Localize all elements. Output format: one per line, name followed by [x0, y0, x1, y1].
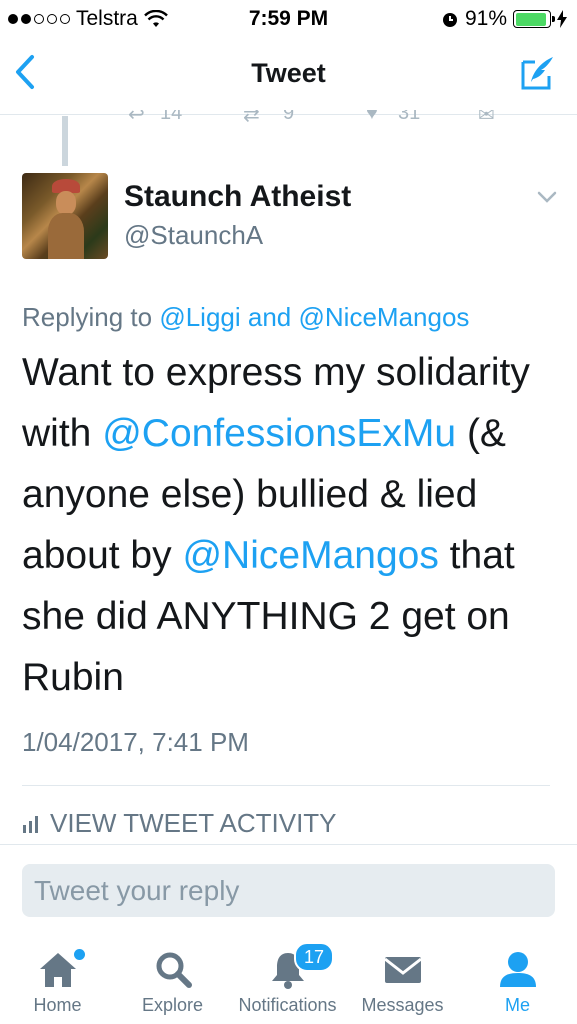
- tab-explore[interactable]: Explore: [115, 935, 230, 1024]
- tab-messages[interactable]: Messages: [345, 935, 460, 1024]
- tab-label: Notifications: [238, 995, 337, 1015]
- retweet-count: 9: [283, 110, 295, 124]
- direct-message-icon[interactable]: ✉: [478, 110, 495, 127]
- retweet-icon[interactable]: ⇄: [243, 110, 260, 127]
- new-content-dot: [74, 949, 85, 960]
- replying-prefix: Replying to: [22, 302, 153, 332]
- notification-count-badge: 17: [294, 942, 334, 972]
- tab-label: Messages: [361, 995, 444, 1015]
- like-count: 31: [398, 110, 421, 124]
- compose-quill-icon: [521, 57, 553, 90]
- author-name[interactable]: Staunch Atheist: [124, 180, 351, 214]
- envelope-icon: [383, 957, 422, 983]
- battery-info: 91%: [441, 7, 567, 31]
- reply-input[interactable]: [22, 864, 555, 917]
- search-icon: [156, 952, 192, 988]
- reply-box[interactable]: [22, 864, 555, 917]
- tweet-options-button[interactable]: [537, 190, 557, 209]
- tab-bar: Home Explore 17 Notifications Messages M…: [0, 935, 577, 1024]
- view-tweet-activity-button[interactable]: VIEW TWEET ACTIVITY: [22, 808, 337, 839]
- mention-link[interactable]: @NiceMangos: [182, 534, 438, 577]
- battery-percent: 91%: [464, 7, 507, 30]
- mention-link[interactable]: @Liggi: [159, 302, 240, 332]
- tab-me[interactable]: Me: [460, 935, 575, 1024]
- divider: [22, 785, 550, 786]
- replying-to: Replying to @Liggi and @NiceMangos: [22, 302, 469, 333]
- replying-and[interactable]: and: [248, 302, 291, 332]
- previous-tweet-actions: ↩ 14 ⇄ 9 ♥ 31 ✉: [0, 110, 577, 130]
- activity-label: VIEW TWEET ACTIVITY: [50, 808, 337, 838]
- avatar[interactable]: [22, 173, 108, 259]
- tab-label: Me: [504, 995, 530, 1015]
- mention-link[interactable]: @ConfessionsExMu: [102, 412, 456, 455]
- tweet-text: Want to express my solidarity with @Conf…: [22, 342, 562, 708]
- bar-chart-icon: [23, 815, 38, 833]
- compose-tweet-button[interactable]: [519, 54, 557, 97]
- tab-label: Explore: [141, 995, 204, 1015]
- chevron-down-icon: [537, 191, 557, 203]
- like-icon[interactable]: ♥: [366, 110, 378, 125]
- divider: [0, 844, 577, 845]
- reply-count: 14: [160, 110, 183, 124]
- tab-notifications[interactable]: 17 Notifications: [230, 935, 345, 1024]
- status-bar: Telstra 7:59 PM 91%: [0, 0, 577, 38]
- reply-icon[interactable]: ↩: [128, 110, 145, 127]
- mention-link[interactable]: @NiceMangos: [299, 302, 470, 332]
- home-icon: [39, 953, 76, 987]
- alarm-icon: [442, 13, 457, 27]
- charging-bolt-icon: [557, 10, 567, 28]
- page-title: Tweet: [251, 58, 326, 88]
- battery-icon: [513, 10, 555, 28]
- navigation-bar: Tweet: [0, 38, 577, 115]
- tab-home[interactable]: Home: [0, 935, 115, 1024]
- person-icon: [499, 952, 536, 987]
- tweet-timestamp: 1/04/2017, 7:41 PM: [22, 727, 249, 757]
- tab-label: Home: [33, 995, 82, 1015]
- author-handle[interactable]: @StaunchA: [124, 220, 263, 251]
